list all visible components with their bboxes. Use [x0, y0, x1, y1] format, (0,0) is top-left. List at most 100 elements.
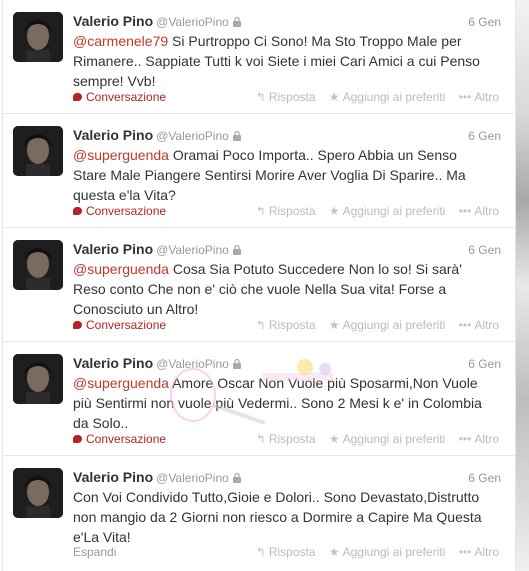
star-icon: ★: [328, 204, 340, 218]
reply-icon: ↰: [255, 545, 266, 559]
more-button[interactable]: ••• Altro: [459, 90, 499, 104]
favorite-button[interactable]: ★ Aggiungi ai preferiti: [329, 545, 446, 559]
more-icon: •••: [458, 90, 472, 104]
timestamp[interactable]: 6 Gen: [468, 15, 501, 29]
tweet-text: @superguenda Cosa Sia Potuto Succedere N…: [73, 259, 493, 319]
conversation-link[interactable]: Conversazione: [73, 432, 166, 446]
conversation-link[interactable]: Conversazione: [73, 318, 166, 332]
favorite-button[interactable]: ★ Aggiungi ai preferiti: [329, 204, 446, 218]
favorite-label: Aggiungi ai preferiti: [342, 204, 446, 218]
tweet-text: @superguenda Oramai Poco Importa.. Spero…: [73, 145, 493, 205]
tweet-item[interactable]: Valerio Pino @ValerioPino 6 Gen @supergue…: [3, 114, 515, 228]
avatar[interactable]: [13, 468, 63, 518]
conversation-label: Conversazione: [86, 90, 167, 104]
speech-bubble-icon: [73, 435, 82, 443]
more-icon: •••: [458, 204, 472, 218]
tweet-header: Valerio Pino @ValerioPino 6 Gen: [73, 355, 507, 373]
conversation-label: Conversazione: [86, 204, 167, 218]
tweet-item[interactable]: Valerio Pino @ValerioPino 6 Gen @supergue…: [3, 342, 515, 456]
avatar[interactable]: [13, 354, 63, 404]
fullname[interactable]: Valerio Pino: [73, 13, 153, 29]
fullname[interactable]: Valerio Pino: [73, 127, 153, 143]
speech-bubble-icon: [73, 93, 82, 101]
more-button[interactable]: ••• Altro: [459, 545, 499, 559]
username[interactable]: @ValerioPino: [156, 357, 229, 371]
conversation-link[interactable]: Conversazione: [73, 204, 166, 218]
tweet-header: Valerio Pino @ValerioPino 6 Gen: [73, 127, 507, 145]
mention-link[interactable]: @superguenda: [73, 375, 169, 391]
favorite-button[interactable]: ★ Aggiungi ai preferiti: [329, 90, 446, 104]
lock-icon: [232, 128, 241, 146]
tweet-actions: ↰ Risposta ★ Aggiungi ai preferiti ••• Altr…: [246, 545, 499, 559]
username[interactable]: @ValerioPino: [156, 243, 229, 257]
tweet-text: @carmenele79 Si Purtroppo Ci Sono! Ma St…: [73, 31, 493, 91]
tweet-header: Valerio Pino @ValerioPino 6 Gen: [73, 469, 507, 487]
lock-icon: [232, 356, 241, 374]
reply-label: Risposta: [268, 90, 316, 104]
tweet-footer: Espandi ↰ Risposta ★ Aggiungi ai preferiti…: [73, 545, 507, 563]
avatar[interactable]: [13, 240, 63, 290]
username[interactable]: @ValerioPino: [156, 129, 229, 143]
reply-button[interactable]: ↰ Risposta: [256, 432, 316, 446]
conversation-label: Conversazione: [86, 432, 167, 446]
mention-link[interactable]: @superguenda: [73, 147, 169, 163]
timestamp[interactable]: 6 Gen: [468, 129, 501, 143]
timestamp[interactable]: 6 Gen: [468, 357, 501, 371]
avatar[interactable]: [13, 126, 63, 176]
reply-label: Risposta: [268, 318, 316, 332]
more-label: Altro: [474, 204, 499, 218]
star-icon: ★: [328, 318, 340, 332]
tweet-actions: ↰ Risposta ★ Aggiungi ai preferiti ••• Altr…: [246, 204, 499, 218]
more-label: Altro: [474, 432, 499, 446]
tweet-text: @superguenda Amore Oscar Non Vuole più S…: [73, 373, 493, 433]
lock-icon: [232, 242, 241, 260]
more-label: Altro: [474, 90, 499, 104]
more-button[interactable]: ••• Altro: [459, 432, 499, 446]
fullname[interactable]: Valerio Pino: [73, 241, 153, 257]
favorite-label: Aggiungi ai preferiti: [342, 432, 446, 446]
conversation-label: Conversazione: [86, 318, 167, 332]
star-icon: ★: [328, 90, 340, 104]
tweet-item[interactable]: Valerio Pino @ValerioPino 6 Gen @supergue…: [3, 228, 515, 342]
more-button[interactable]: ••• Altro: [459, 204, 499, 218]
fullname[interactable]: Valerio Pino: [73, 355, 153, 371]
timestamp[interactable]: 6 Gen: [468, 471, 501, 485]
username[interactable]: @ValerioPino: [156, 471, 229, 485]
tweet-footer: Conversazione ↰ Risposta ★ Aggiungi ai pre…: [73, 432, 507, 450]
star-icon: ★: [328, 545, 340, 559]
conversation-link[interactable]: Conversazione: [73, 90, 166, 104]
reply-button[interactable]: ↰ Risposta: [256, 90, 316, 104]
avatar[interactable]: [13, 12, 63, 62]
tweet-timeline: Valerio Pino @ValerioPino 6 Gen @carmenel…: [2, 0, 516, 571]
tweet-item[interactable]: Valerio Pino @ValerioPino 6 Gen Con Voi C…: [3, 456, 515, 571]
lock-icon: [232, 14, 241, 32]
favorite-label: Aggiungi ai preferiti: [342, 90, 446, 104]
expand-link[interactable]: Espandi: [73, 545, 116, 559]
more-icon: •••: [458, 432, 472, 446]
mention-link[interactable]: @superguenda: [73, 261, 169, 277]
more-icon: •••: [458, 545, 472, 559]
reply-icon: ↰: [255, 432, 266, 446]
tweet-text: Con Voi Condivido Tutto,Gioie e Dolori..…: [73, 487, 493, 547]
timestamp[interactable]: 6 Gen: [468, 243, 501, 257]
speech-bubble-icon: [73, 207, 82, 215]
more-label: Altro: [474, 545, 499, 559]
username[interactable]: @ValerioPino: [156, 15, 229, 29]
reply-label: Risposta: [268, 432, 316, 446]
background-photo-edge: [515, 0, 529, 571]
mention-link[interactable]: @carmenele79: [73, 33, 168, 49]
tweet-footer: Conversazione ↰ Risposta ★ Aggiungi ai pre…: [73, 90, 507, 108]
reply-icon: ↰: [255, 318, 266, 332]
more-label: Altro: [474, 318, 499, 332]
lock-icon: [232, 470, 241, 488]
favorite-button[interactable]: ★ Aggiungi ai preferiti: [329, 432, 446, 446]
fullname[interactable]: Valerio Pino: [73, 469, 153, 485]
reply-button[interactable]: ↰ Risposta: [256, 318, 316, 332]
favorite-button[interactable]: ★ Aggiungi ai preferiti: [329, 318, 446, 332]
speech-bubble-icon: [73, 321, 82, 329]
star-icon: ★: [328, 432, 340, 446]
reply-button[interactable]: ↰ Risposta: [256, 545, 316, 559]
reply-button[interactable]: ↰ Risposta: [256, 204, 316, 218]
tweet-item[interactable]: Valerio Pino @ValerioPino 6 Gen @carmenel…: [3, 0, 515, 114]
more-button[interactable]: ••• Altro: [459, 318, 499, 332]
